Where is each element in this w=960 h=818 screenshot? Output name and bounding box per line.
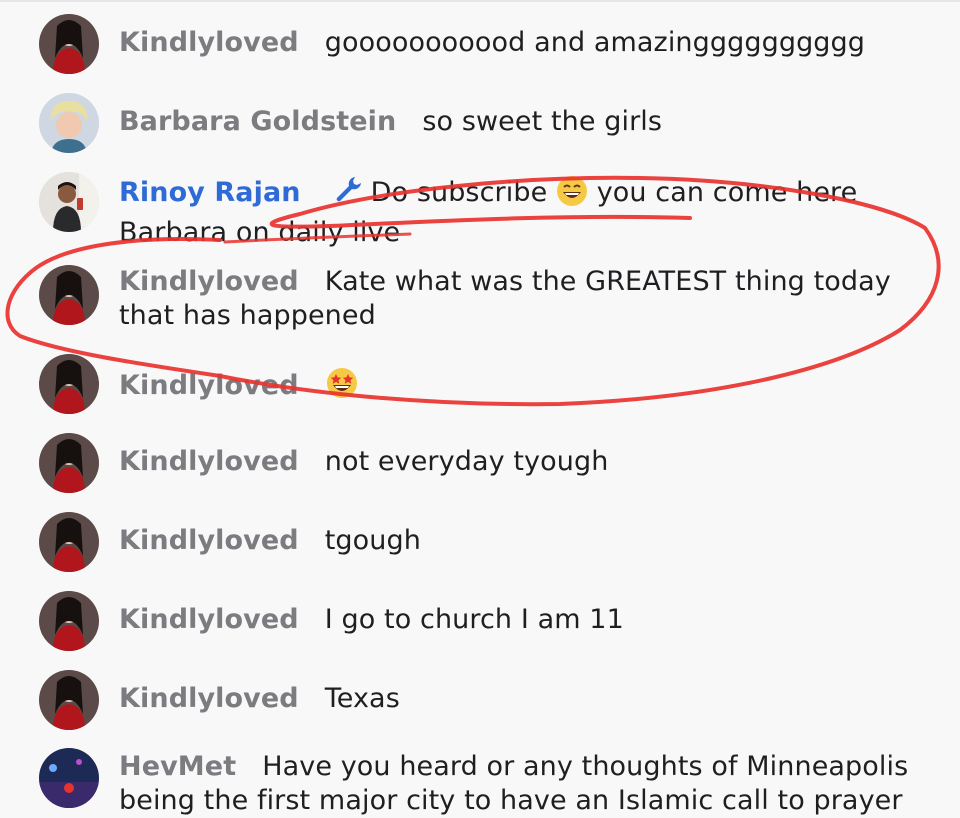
author-name[interactable]: Kindlyloved [119, 446, 299, 477]
message-text: I go to church I am 11 [324, 604, 624, 635]
message-text: Do subscribe [370, 177, 548, 208]
avatar[interactable] [39, 14, 99, 74]
message-text: Have you heard or any thoughts of Minnea… [119, 751, 909, 816]
message-text: gooooooooood and amazingggggggggg [324, 27, 866, 58]
avatar[interactable] [39, 93, 99, 153]
live-chat-list[interactable]: Kindlyloved gooooooooood and amazingggggg… [0, 0, 960, 816]
avatar[interactable] [39, 512, 99, 572]
message-text: not everyday tyough [324, 446, 609, 477]
avatar[interactable] [39, 433, 99, 493]
wrench-icon [333, 174, 363, 213]
avatar[interactable] [39, 354, 99, 414]
avatar[interactable] [39, 172, 99, 232]
author-name[interactable]: Kindlyloved [119, 525, 299, 556]
avatar[interactable] [39, 591, 99, 651]
author-name[interactable]: Barbara Goldstein [119, 106, 396, 137]
avatar[interactable] [39, 670, 99, 730]
author-name[interactable]: Kindlyloved [119, 370, 299, 401]
message-text: so sweet the girls [422, 106, 663, 137]
author-name[interactable]: Kindlyloved [119, 27, 299, 58]
message-text: Texas [324, 683, 400, 714]
message-text: tgough [324, 525, 421, 556]
author-name[interactable]: Kindlyloved [119, 683, 299, 714]
author-name[interactable]: HevMet [119, 751, 236, 782]
avatar[interactable] [39, 265, 99, 325]
author-name[interactable]: Kindlyloved [119, 266, 299, 297]
grinning-face-with-smiling-eyes-icon [556, 175, 588, 216]
avatar[interactable] [39, 748, 99, 808]
author-name[interactable]: Kindlyloved [119, 604, 299, 635]
author-name[interactable]: Rinoy Rajan [119, 177, 301, 208]
star-struck-face-icon [325, 366, 359, 409]
